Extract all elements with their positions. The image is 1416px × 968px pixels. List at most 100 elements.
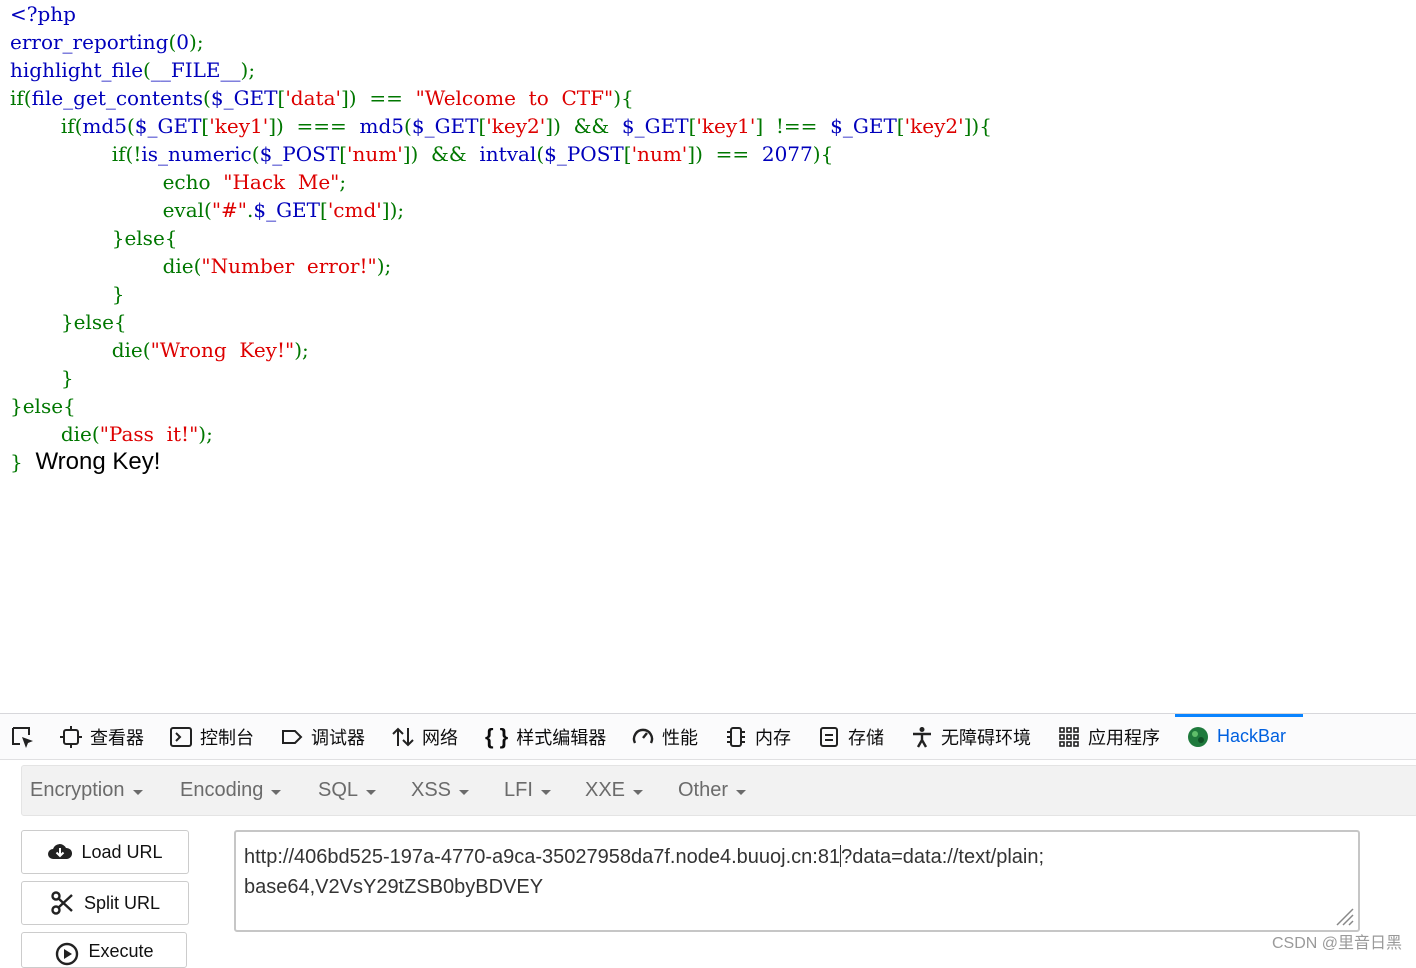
split-url-button[interactable]: Split URL bbox=[21, 881, 189, 925]
code-token: if( bbox=[10, 114, 83, 138]
menu-xxe[interactable]: XXE bbox=[585, 766, 644, 815]
code-token: file_get_contents bbox=[31, 86, 204, 110]
code-line: eval("#".$_GET['cmd']); bbox=[10, 196, 992, 224]
code-token: <?php bbox=[10, 2, 76, 26]
code-token: } bbox=[10, 366, 74, 390]
tab-label: 应用程序 bbox=[1088, 727, 1160, 748]
code-token: ){ bbox=[613, 86, 634, 110]
code-token: ( bbox=[126, 114, 135, 138]
resize-grip-icon[interactable] bbox=[1332, 904, 1354, 926]
code-token: }else{ bbox=[10, 226, 178, 250]
hackbar-icon bbox=[1188, 726, 1208, 747]
caret-down-icon bbox=[633, 789, 644, 795]
tab-performance[interactable]: 性能 bbox=[632, 714, 698, 759]
code-token: $_GET bbox=[134, 114, 202, 138]
code-line: die("Wrong Key!"); bbox=[10, 336, 992, 364]
code-line: <?php bbox=[10, 0, 992, 28]
caret-down-icon bbox=[366, 789, 377, 795]
code-token: [ bbox=[339, 142, 347, 166]
play-circle-icon bbox=[56, 942, 79, 966]
menu-xss[interactable]: XSS bbox=[411, 766, 470, 815]
tab-network[interactable]: 网络 bbox=[392, 714, 458, 759]
code-line: error_reporting(0); bbox=[10, 28, 992, 56]
code-token: 'cmd' bbox=[327, 198, 382, 222]
caret-down-icon bbox=[271, 789, 282, 795]
code-token: "Number error!" bbox=[201, 254, 377, 278]
menu-encryption[interactable]: Encryption bbox=[30, 766, 143, 815]
menu-label: Encryption bbox=[30, 779, 125, 801]
menu-other[interactable]: Other bbox=[678, 766, 747, 815]
hackbar-menu-bar: Encryption Encoding SQL XSS LFI XXE Othe… bbox=[21, 765, 1416, 816]
code-token: die( bbox=[10, 254, 202, 278]
code-token: ( bbox=[404, 114, 412, 138]
tab-memory[interactable]: 内存 bbox=[725, 714, 791, 759]
code-token: 'data' bbox=[285, 86, 341, 110]
code-token: ; bbox=[339, 170, 347, 194]
code-line: echo "Hack Me"; bbox=[10, 168, 992, 196]
url-textarea[interactable]: http://406bd525-197a-4770-a9ca-35027958d… bbox=[234, 830, 1360, 932]
menu-encoding[interactable]: Encoding bbox=[180, 766, 282, 815]
network-icon bbox=[392, 727, 414, 746]
tab-label: 样式编辑器 bbox=[516, 727, 607, 748]
menu-label: Encoding bbox=[180, 779, 264, 801]
menu-label: SQL bbox=[318, 779, 359, 801]
code-token: echo bbox=[10, 170, 224, 194]
code-token: "Pass it!" bbox=[99, 422, 199, 446]
code-token: $_GET bbox=[253, 198, 320, 222]
load-url-button[interactable]: Load URL bbox=[21, 830, 189, 874]
tab-label: 性能 bbox=[662, 727, 698, 748]
code-token: ]) == bbox=[341, 86, 416, 110]
code-token: "#" bbox=[211, 198, 247, 222]
element-picker-icon[interactable] bbox=[10, 725, 36, 751]
code-line: }else{ bbox=[10, 224, 992, 252]
tab-style-editor[interactable]: { } 样式编辑器 bbox=[485, 714, 606, 759]
code-line: die("Number error!"); bbox=[10, 252, 992, 280]
code-token: 2077 bbox=[761, 142, 813, 166]
code-token: "Wrong Key!" bbox=[150, 338, 295, 362]
devtools-toolbar: 查看器 控制台 调试器 网络 { } 样式编辑器 性能 内存 存储 无障碍环境 … bbox=[0, 714, 1416, 760]
tab-application[interactable]: 应用程序 bbox=[1058, 714, 1160, 759]
code-token: 0 bbox=[176, 30, 190, 54]
code-token: [ bbox=[623, 142, 632, 166]
code-token: ){ bbox=[812, 142, 834, 166]
caret-down-icon bbox=[540, 789, 551, 795]
code-token: "Welcome to CTF" bbox=[415, 86, 614, 110]
code-token: 'num' bbox=[347, 142, 403, 166]
code-token: if( bbox=[10, 86, 32, 110]
code-token: "Hack Me" bbox=[223, 170, 340, 194]
code-token: highlight_file bbox=[10, 58, 144, 82]
code-token: 'key2' bbox=[904, 114, 964, 138]
code-line: }else{ bbox=[10, 392, 992, 420]
menu-label: Other bbox=[678, 779, 729, 801]
code-token: ]) && bbox=[545, 114, 622, 138]
execute-button[interactable]: Execute bbox=[21, 932, 187, 968]
url-text-line2: base64,V2VsY29tZSB0byBDVEY bbox=[244, 876, 544, 898]
tab-inspector[interactable]: 查看器 bbox=[60, 714, 144, 759]
code-token: ); bbox=[376, 254, 392, 278]
tab-label: 内存 bbox=[755, 727, 791, 748]
url-text-before-cursor: http://406bd525-197a-4770-a9ca-35027958d… bbox=[244, 846, 841, 868]
performance-icon bbox=[632, 728, 654, 744]
button-label: Load URL bbox=[81, 841, 163, 862]
page-output-text: Wrong Key! bbox=[35, 448, 161, 475]
button-label: Execute bbox=[88, 941, 154, 961]
php-source-view: <?php error_reporting(0); highlight_file(_… bbox=[10, 0, 992, 476]
debugger-icon bbox=[282, 729, 303, 744]
menu-sql[interactable]: SQL bbox=[318, 766, 377, 815]
tab-hackbar[interactable]: HackBar bbox=[1175, 714, 1303, 756]
style-editor-icon: { } bbox=[485, 723, 509, 749]
menu-lfi[interactable]: LFI bbox=[504, 766, 551, 815]
tab-accessibility[interactable]: 无障碍环境 bbox=[911, 714, 1031, 759]
tab-console[interactable]: 控制台 bbox=[170, 714, 254, 759]
code-token: $_POST bbox=[259, 142, 340, 166]
tab-storage[interactable]: 存储 bbox=[818, 714, 884, 759]
code-token: error_reporting bbox=[10, 30, 169, 54]
code-token: md5 bbox=[359, 114, 405, 138]
code-token: ( bbox=[536, 142, 545, 166]
tab-debugger[interactable]: 调试器 bbox=[281, 714, 365, 759]
tab-label: HackBar bbox=[1217, 726, 1287, 746]
tab-label: 无障碍环境 bbox=[941, 727, 1031, 748]
code-token: ]){ bbox=[963, 114, 992, 138]
code-token: [ bbox=[896, 114, 905, 138]
code-token: intval bbox=[479, 142, 537, 166]
